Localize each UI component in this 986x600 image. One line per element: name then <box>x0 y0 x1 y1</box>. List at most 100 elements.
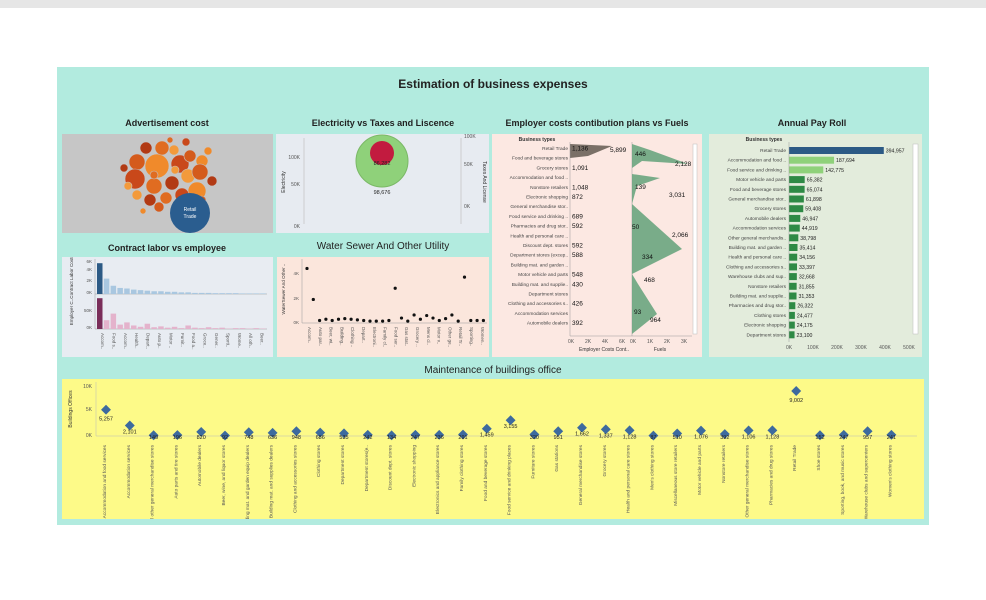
category-label: Building mat. and garden .. <box>511 262 568 268</box>
employee-bar <box>124 322 130 329</box>
contract-bar <box>131 289 137 294</box>
maintenance-value-label: 1,128 <box>623 434 637 440</box>
employee-bar <box>117 324 123 329</box>
payroll-bar <box>789 263 798 271</box>
x-tick-label: Discount dept. stores <box>388 444 394 490</box>
contract-bar <box>185 292 191 294</box>
category-label: Department stores (excep.. <box>510 253 568 259</box>
contract-bar-chart: Contract Labor CostsEmployer C.. 6K 4K 2K 0K… <box>69 257 267 350</box>
x-tick-label: Food s.. <box>111 333 116 349</box>
y-tick-label: 2K <box>293 296 299 301</box>
ad-bubble-retail-trade <box>170 193 210 233</box>
category-label: Nonstore retailers <box>530 185 568 191</box>
water-point <box>481 318 485 323</box>
fuels-area <box>632 144 688 334</box>
x-tick-label: Clothing .. <box>350 327 355 347</box>
x-tick-label: Department stores(e.. <box>364 445 370 491</box>
x-tick-label: Motor v.. <box>437 327 442 344</box>
category-label: Motor vehicle and parts <box>736 177 786 183</box>
maintenance-value-label: 820 <box>197 435 206 441</box>
contract-bar <box>260 293 266 294</box>
y1-tick-label: 4K <box>86 267 92 272</box>
x-tick-label: Accom.. <box>307 327 312 343</box>
payroll-value-label: 44,919 <box>802 226 818 232</box>
water-point <box>462 275 467 279</box>
ad-bubble <box>154 140 170 156</box>
water-panel: WaterSewer And Other .. 4K 2K 0K Accom.. Auto… <box>277 257 489 357</box>
maintenance-value-label: 87 <box>650 435 656 441</box>
maintenance-value-label: 152 <box>815 435 824 441</box>
employer-value-label: 689 <box>572 213 583 220</box>
y-tick-label: 10K <box>83 384 93 390</box>
employer-value-label: 1,136 <box>572 146 589 153</box>
contract-bar <box>226 293 232 294</box>
category-label: Health and personal care .. <box>510 233 568 239</box>
payroll-value-label: 46,947 <box>802 216 818 222</box>
ad-bubble <box>149 170 159 180</box>
payroll-value-label: 32,668 <box>799 275 815 281</box>
ad-bubble-label: Retail <box>184 207 197 213</box>
maintenance-value-label: 236 <box>435 435 444 441</box>
employer-title: Employer costs contibution plans vs Fuel… <box>505 118 689 128</box>
water-point <box>475 318 479 323</box>
payroll-bar <box>789 214 801 222</box>
y-axis-label: Buildings Offices <box>68 390 74 428</box>
x-tick-label: Depart.. <box>146 333 151 349</box>
maintenance-value-label: 134 <box>387 435 396 441</box>
x-tick-label: Furnit.. <box>180 333 185 347</box>
dashboard-title: Estimation of business expenses <box>398 77 588 91</box>
payroll-bar <box>789 321 795 329</box>
x1-tick-label: 2K <box>585 339 592 345</box>
water-point <box>425 313 429 318</box>
category-label: Food service and drinking .. <box>727 167 786 173</box>
ad-bubble <box>139 207 147 215</box>
x-tick-label: Beer.. <box>260 333 265 345</box>
electricity-title: Electricity vs Taxes and Liscence <box>311 118 455 128</box>
advertisement-bubble-chart: RetailTrade <box>119 136 218 233</box>
fuels-value-label: 139 <box>635 184 646 191</box>
payroll-value-label: 35,414 <box>799 246 815 252</box>
maintenance-title: Maintenance of buildings office <box>424 365 562 376</box>
category-label: Other general merchandis.. <box>728 235 786 241</box>
x-tick-label: Retail Tr.. <box>458 327 463 346</box>
contract-bar <box>171 291 178 294</box>
category-label: Grocery stores <box>755 206 787 212</box>
y1-tick-label: 2K <box>86 278 92 283</box>
x-tick-label: General merchandise stores <box>578 444 584 505</box>
x-tick-label: Electronics and appliance stores <box>435 444 441 514</box>
category-label: Food and beverage stores <box>512 156 569 162</box>
water-point <box>399 316 404 320</box>
category-label: Health and personal care .. <box>728 255 786 261</box>
maintenance-value-label: 242 <box>363 435 372 441</box>
x-tick-label: Food and beverage stores <box>483 444 489 501</box>
fuels-value-label: 3,031 <box>669 192 686 199</box>
payroll-bar-chart: Business types Retail Trade 394,957 Accommo… <box>726 137 919 351</box>
payroll-value-label: 65,074 <box>807 187 823 193</box>
category-label: Discount dept. stores <box>523 243 569 249</box>
contract-bar <box>165 291 171 294</box>
category-label: Clothing and accessories s.. <box>726 264 786 270</box>
water-point <box>456 319 460 323</box>
y2-axis-label: Taxes And License <box>481 161 487 203</box>
x2-tick-label: 3K <box>681 339 688 345</box>
water-point <box>444 317 448 321</box>
x2-tick-label: 0K <box>630 339 637 345</box>
ad-bubble <box>131 189 143 201</box>
x-tick-label: Grocery .. <box>415 327 420 347</box>
x-tick-label: Food a.. <box>191 333 196 350</box>
category-label: Nonstore retailers <box>748 284 786 290</box>
y-axis-label: WaterSewer And Other .. <box>281 264 286 315</box>
maintenance-value-label: 247 <box>411 435 420 441</box>
y-tick-label: 0K <box>294 224 301 230</box>
x-tick-label: Food ser.. <box>393 327 398 347</box>
category-label: Accommodation and food .. <box>728 158 786 164</box>
water-point <box>431 316 435 320</box>
x-tick-label: Health.. <box>134 333 139 349</box>
payroll-bar <box>789 185 805 193</box>
water-point <box>349 317 353 321</box>
payroll-bar <box>789 311 795 319</box>
payroll-title: Annual Pay Roll <box>777 118 847 128</box>
category-label: Accommodation services <box>733 226 787 232</box>
maintenance-value-label: 247 <box>839 435 848 441</box>
category-label: Food service and drinking .. <box>509 214 568 220</box>
